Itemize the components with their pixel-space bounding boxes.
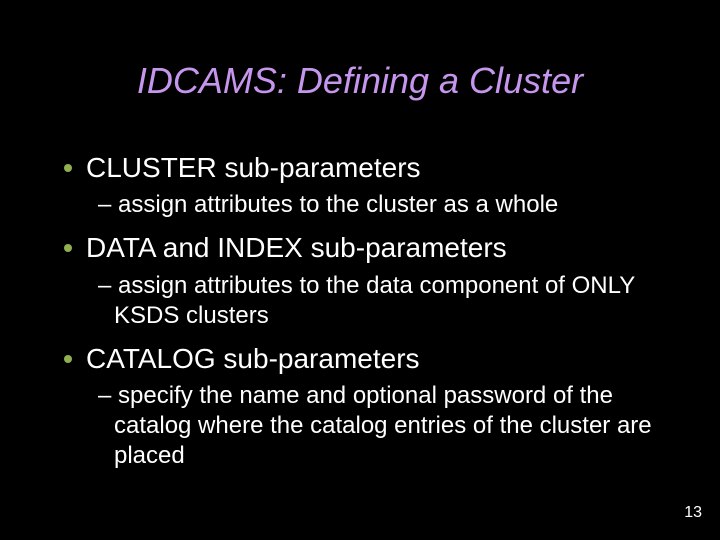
bullet-item: DATA and INDEX sub-parameters – assign a… (64, 230, 664, 330)
bullet-icon (64, 244, 72, 252)
bullet-text: CLUSTER sub-parameters (86, 150, 664, 186)
slide-body: CLUSTER sub-parameters – assign attribut… (64, 150, 664, 481)
sub-bullet-item: – specify the name and optional password… (98, 381, 664, 471)
dash-icon: – (98, 191, 118, 218)
bullet-item: CATALOG sub-parameters – specify the nam… (64, 341, 664, 471)
bullet-icon (64, 355, 72, 363)
bullet-text: CATALOG sub-parameters (86, 341, 664, 377)
sub-bullet-text: assign attributes to the cluster as a wh… (118, 191, 558, 218)
dash-icon: – (98, 272, 118, 299)
page-number: 13 (684, 504, 702, 522)
slide-title: IDCAMS: Defining a Cluster (0, 60, 720, 102)
slide: IDCAMS: Defining a Cluster CLUSTER sub-p… (0, 0, 720, 540)
bullet-item: CLUSTER sub-parameters – assign attribut… (64, 150, 664, 220)
bullet-icon (64, 164, 72, 172)
sub-bullet-text: assign attributes to the data component … (114, 272, 635, 329)
sub-bullet-text: specify the name and optional password o… (114, 382, 652, 469)
sub-bullet-item: – assign attributes to the data componen… (98, 271, 664, 331)
sub-bullet-item: – assign attributes to the cluster as a … (98, 190, 664, 220)
bullet-text: DATA and INDEX sub-parameters (86, 230, 664, 266)
dash-icon: – (98, 382, 118, 409)
